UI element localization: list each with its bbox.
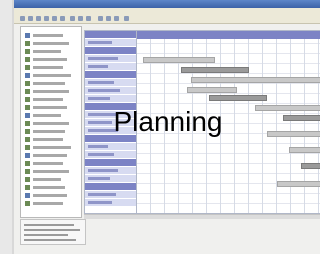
slide-title: Planning <box>113 106 223 137</box>
resource-group-row[interactable] <box>85 183 137 190</box>
node-icon <box>25 65 30 70</box>
node-icon <box>25 201 30 206</box>
toolbar-icon[interactable] <box>36 16 41 21</box>
horizontal-scrollbar[interactable] <box>84 214 320 219</box>
gantt-timeline-header <box>137 31 320 39</box>
title-bar <box>14 0 320 8</box>
resource-row[interactable] <box>85 79 137 87</box>
task-bar[interactable] <box>301 163 320 169</box>
node-icon <box>25 97 30 102</box>
resource-row[interactable] <box>85 63 137 71</box>
resource-group-row[interactable] <box>85 47 137 54</box>
node-icon <box>25 57 30 62</box>
resource-row[interactable] <box>85 199 137 207</box>
node-icon <box>25 169 30 174</box>
toolbar-icon[interactable] <box>20 16 25 21</box>
resource-row[interactable] <box>85 143 137 151</box>
resource-row[interactable] <box>85 55 137 63</box>
toolbar-icon[interactable] <box>28 16 33 21</box>
node-icon <box>25 145 30 150</box>
node-icon <box>25 185 30 190</box>
node-icon <box>25 81 30 86</box>
resource-row[interactable] <box>85 191 137 199</box>
toolbar-icon[interactable] <box>106 16 111 21</box>
resource-row[interactable] <box>85 167 137 175</box>
toolbar-icon[interactable] <box>70 16 75 21</box>
toolbar-icon[interactable] <box>86 16 91 21</box>
task-bar[interactable] <box>181 67 249 73</box>
toolbar-icon[interactable] <box>44 16 49 21</box>
resource-row[interactable] <box>85 39 137 47</box>
task-bar[interactable] <box>143 57 215 63</box>
node-icon <box>25 49 30 54</box>
node-icon <box>25 89 30 94</box>
task-bar[interactable] <box>209 95 267 101</box>
folder-icon <box>25 73 30 78</box>
resource-row[interactable] <box>85 95 137 103</box>
toolbar-icon[interactable] <box>60 16 65 21</box>
resource-group-row[interactable] <box>85 71 137 78</box>
toolbar-icon[interactable] <box>124 16 129 21</box>
task-bar[interactable] <box>187 87 237 93</box>
resource-row[interactable] <box>85 87 137 95</box>
folder-icon <box>25 33 30 38</box>
properties-panel <box>20 219 86 245</box>
toolbar-icon[interactable] <box>78 16 83 21</box>
toolbar-icon[interactable] <box>98 16 103 21</box>
resource-header <box>85 31 137 38</box>
task-bar[interactable] <box>191 77 320 83</box>
task-bar[interactable] <box>289 147 320 153</box>
toolbar-icon[interactable] <box>52 16 57 21</box>
node-icon <box>25 177 30 182</box>
resource-row[interactable] <box>85 151 137 159</box>
toolbar <box>14 14 320 24</box>
task-bar[interactable] <box>277 181 320 187</box>
folder-icon <box>25 193 30 198</box>
node-icon <box>25 41 30 46</box>
toolbar-icon[interactable] <box>114 16 119 21</box>
folder-icon <box>25 153 30 158</box>
resource-row[interactable] <box>85 175 137 183</box>
node-icon <box>25 161 30 166</box>
resource-group-row[interactable] <box>85 159 137 166</box>
